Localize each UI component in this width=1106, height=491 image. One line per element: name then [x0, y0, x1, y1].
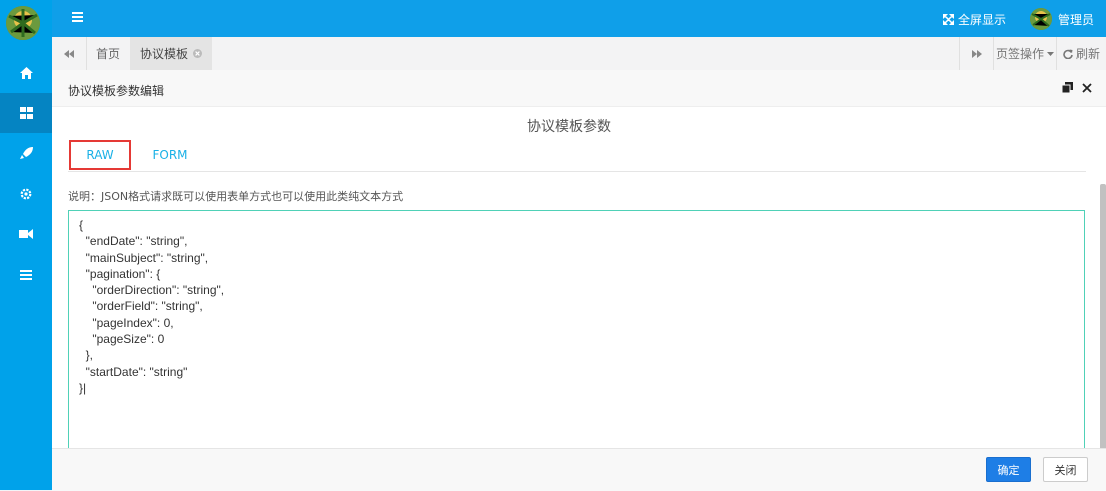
tabs-scroll-left-button[interactable]: [52, 37, 86, 70]
sidebar: [0, 0, 52, 490]
refresh-button[interactable]: 刷新: [1057, 37, 1106, 70]
fullscreen-button[interactable]: 全屏显示: [943, 11, 1006, 28]
nav-dashboard[interactable]: [0, 93, 52, 133]
dialog-title: 协议模板参数编辑: [68, 84, 165, 98]
list-icon: [20, 270, 32, 280]
dialog-header: 协议模板参数编辑: [52, 70, 1106, 107]
tab-divider: [68, 171, 1086, 172]
user-name: 管理员: [1058, 12, 1095, 27]
gear-icon: [20, 188, 32, 200]
json-editor-text[interactable]: { "endDate": "string", "mainSubject": "s…: [79, 217, 224, 396]
fullscreen-icon: [943, 14, 954, 25]
tab-form[interactable]: FORM: [140, 140, 200, 170]
fullscreen-label: 全屏显示: [958, 13, 1007, 27]
rocket-icon: [19, 146, 33, 159]
nav-home[interactable]: [0, 53, 52, 93]
nav-video[interactable]: [0, 214, 52, 254]
forward-icon: [971, 49, 982, 58]
confirm-label: 确定: [997, 463, 1020, 477]
json-editor[interactable]: { "endDate": "string", "mainSubject": "s…: [68, 210, 1085, 450]
hamburger-icon[interactable]: [72, 11, 83, 25]
close-icon[interactable]: [1082, 82, 1092, 96]
top-navbar: 全屏显示 管理员: [52, 0, 1106, 37]
tab-raw[interactable]: RAW: [69, 140, 131, 170]
nav-launch[interactable]: [0, 133, 52, 173]
tabs-scroll-right-button[interactable]: [960, 37, 993, 70]
nav-settings[interactable]: [0, 174, 52, 214]
format-note: 说明：JSON格式请求既可以使用表单方式也可以使用此类纯文本方式: [68, 190, 404, 203]
tab-raw-label: RAW: [86, 148, 114, 162]
logo: [6, 6, 40, 40]
dialog-footer: 确定 关闭: [52, 448, 1106, 491]
scrollbar[interactable]: [1100, 184, 1106, 450]
avatar: [1030, 8, 1052, 30]
grid-icon: [19, 107, 33, 119]
nav-list[interactable]: [0, 255, 52, 295]
tab-home[interactable]: 首页: [87, 37, 129, 70]
home-icon: [19, 67, 33, 79]
refresh-label: 刷新: [1075, 47, 1100, 61]
close-label: 关闭: [1054, 463, 1077, 477]
tab-label: 协议模板: [139, 47, 188, 61]
page-tabs-bar: 首页 协议模板 页签操作 刷新: [52, 37, 1106, 71]
refresh-icon: [1063, 49, 1073, 59]
user-menu[interactable]: 管理员: [1030, 8, 1094, 30]
form-title: 协议模板参数: [527, 119, 611, 135]
video-icon: [19, 229, 33, 239]
close-circle-icon[interactable]: [193, 49, 202, 58]
page-ops-dropdown[interactable]: 页签操作: [994, 37, 1056, 70]
tab-protocol-template[interactable]: 协议模板: [130, 37, 212, 70]
caret-down-icon: [1047, 51, 1054, 56]
close-button[interactable]: 关闭: [1043, 457, 1088, 482]
maximize-icon[interactable]: [1061, 82, 1073, 96]
tab-form-label: FORM: [152, 148, 188, 162]
param-edit-dialog: 协议模板参数编辑 协议模板参数 RAW FORM 说明：JSON格式请求既可以使…: [52, 70, 1106, 491]
backward-icon: [64, 49, 74, 58]
tab-label: 首页: [95, 47, 120, 61]
page-ops-label: 页签操作: [995, 47, 1044, 61]
confirm-button[interactable]: 确定: [986, 457, 1031, 482]
